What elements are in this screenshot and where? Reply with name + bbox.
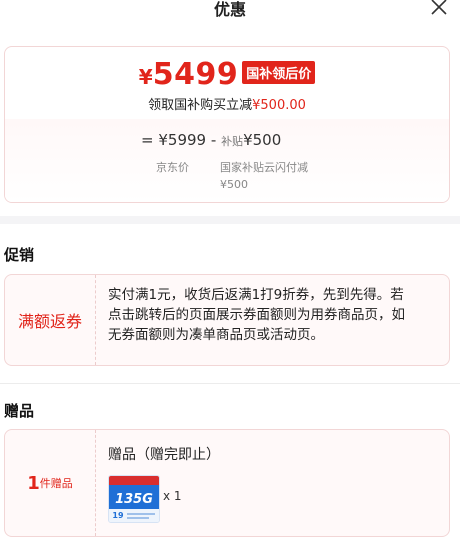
gift-quantity: x 1 <box>163 489 182 503</box>
original-price-note: 京东价 <box>156 161 189 174</box>
section-divider <box>0 383 460 384</box>
price-calculation: = ¥5999 - 补贴¥500 <box>141 131 281 149</box>
gift-thumb-sub: 19 <box>112 511 124 520</box>
promo-tag-cell: 满额返券 <box>5 275 96 365</box>
promo-description: 实付满1元，收货后返满1打9折券，先到先得。若点击跳转后的页面展示券面额则为用券… <box>108 287 405 343</box>
price-summary: ¥5499 国补领后价 领取国补购买立减¥500.00 <box>5 47 449 119</box>
original-price: ¥5999 <box>158 131 207 149</box>
subsidy-prefix: 领取国补购买立减 <box>148 98 253 113</box>
subsidy-amount: ¥500.00 <box>252 98 306 113</box>
page-title: 优惠 <box>213 0 246 19</box>
gift-section-title: 赠品 <box>4 402 35 420</box>
gift-thumbnail[interactable]: 135G 19 <box>108 475 160 523</box>
subsidy-badge: 国补领后价 <box>242 61 316 84</box>
header: 优惠 <box>0 0 460 24</box>
currency-symbol: ¥ <box>138 65 153 89</box>
subsidy-label: 补贴 <box>221 135 244 148</box>
section-divider <box>0 216 460 224</box>
gift-count-cell: 1 件赠品 <box>5 430 96 536</box>
gift-unit: 件赠品 <box>39 477 73 490</box>
gift-name: 赠品（赠完即止） <box>108 447 220 463</box>
promo-tag: 满额返券 <box>17 312 82 331</box>
promo-card[interactable]: 满额返券 实付满1元，收货后返满1打9折券，先到先得。若点击跳转后的页面展示券面… <box>4 274 450 366</box>
subsidy-note: 国家补贴云闪付减¥500 <box>220 161 308 191</box>
price-breakdown: = ¥5999 - 补贴¥500 京东价 国家补贴云闪付减¥500 <box>5 119 449 202</box>
final-price-line: ¥5499 国补领后价 <box>5 57 449 92</box>
close-icon[interactable] <box>428 0 450 18</box>
minus-sign: - <box>210 131 217 149</box>
equals-sign: = <box>141 131 154 149</box>
gift-card[interactable]: 1 件赠品 赠品（赠完即止） 135G 19 x 1 <box>4 429 450 537</box>
price-card: ¥5499 国补领后价 领取国补购买立减¥500.00 = ¥5999 - 补贴¥… <box>4 46 450 203</box>
final-price: 5499 <box>152 57 239 92</box>
gift-thumb-label: 135G <box>115 492 153 507</box>
promo-section-title: 促销 <box>4 246 35 264</box>
gift-count: 1 <box>27 472 40 494</box>
subsidy-line: 领取国补购买立减¥500.00 <box>5 94 449 113</box>
subsidy-value: ¥500 <box>243 131 282 149</box>
